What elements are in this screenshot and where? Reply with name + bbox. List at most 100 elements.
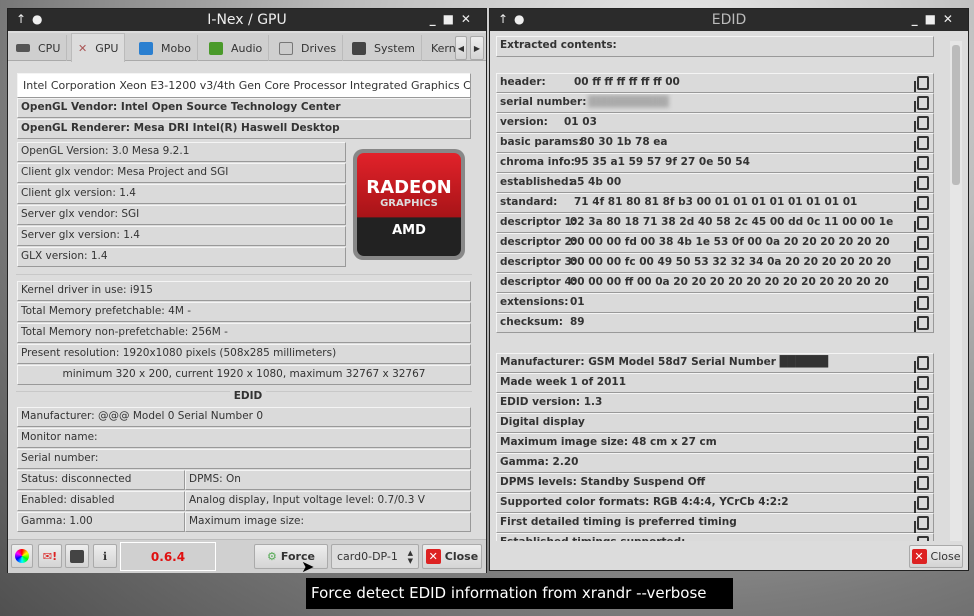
- copy-icon[interactable]: [914, 96, 929, 112]
- field-value: 01 03: [564, 116, 597, 128]
- field-label: checksum:: [500, 316, 563, 328]
- driver-info-row: Total Memory non-prefetchable: 256M -: [17, 323, 471, 343]
- edid-field-row: chroma info:95 35 a1 59 57 9f 27 0e 50 5…: [496, 153, 934, 173]
- copy-icon[interactable]: [914, 136, 929, 152]
- edid-field-row: version: 01 03: [496, 113, 934, 133]
- edid-info-row: Established timings supported:: [496, 533, 934, 541]
- scrollbar-thumb[interactable]: [952, 45, 960, 185]
- edid-info-cell: Enabled: disabled: [17, 491, 185, 511]
- tab-label: GPU: [95, 41, 119, 55]
- copy-icon[interactable]: [914, 436, 929, 455]
- tab-audio[interactable]: Audio: [203, 35, 270, 61]
- tab-scroll-left[interactable]: ◀: [455, 36, 467, 60]
- field-label: established:: [500, 176, 573, 188]
- copy-icon[interactable]: [914, 256, 929, 272]
- opengl-vendor: OpenGL Vendor: Intel Open Source Technol…: [17, 98, 471, 118]
- glx-info-row: Server glx vendor: SGI: [17, 205, 346, 225]
- field-value: 02 3a 80 18 71 38 2d 40 58 2c 45 00 dd 0…: [570, 216, 894, 228]
- copy-icon[interactable]: [914, 116, 929, 132]
- field-value: 71 4f 81 80 81 8f b3 00 01 01 01 01 01 0…: [574, 196, 858, 208]
- copy-icon[interactable]: [914, 396, 929, 415]
- field-value: 89: [570, 316, 585, 328]
- copy-icon[interactable]: [914, 216, 929, 232]
- tab-label: Mobo: [161, 41, 191, 55]
- copy-icon[interactable]: [914, 276, 929, 292]
- copy-icon[interactable]: [914, 196, 929, 212]
- field-label: descriptor 2:: [500, 236, 576, 248]
- tab-scroll-right[interactable]: ▶: [470, 36, 484, 60]
- field-value: ██████████: [588, 96, 669, 108]
- spinner-icon: ▲ ▼: [407, 548, 413, 565]
- field-value: 95 35 a1 59 57 9f 27 0e 50 54: [574, 156, 750, 168]
- field-value: 01: [570, 296, 585, 308]
- report-bug-button[interactable]: ✉!: [38, 544, 62, 568]
- tab-system[interactable]: System: [346, 35, 423, 61]
- edid-info-cell: Maximum image size:: [185, 512, 471, 532]
- edid-field-row: descriptor 2:00 00 00 fd 00 38 4b 1e 53 …: [496, 233, 934, 253]
- window-controls[interactable]: _■✕: [912, 12, 960, 26]
- divider: [16, 274, 472, 275]
- gear-download-icon: ⚙: [267, 550, 277, 563]
- tab-cpu[interactable]: CPU: [10, 35, 68, 61]
- mouse-cursor: ➤: [301, 557, 315, 576]
- copy-icon[interactable]: [914, 76, 929, 92]
- copy-icon[interactable]: [914, 156, 929, 172]
- window-controls[interactable]: _■✕: [430, 12, 478, 26]
- close-button[interactable]: ✕ Close: [909, 545, 963, 568]
- tab-gpu[interactable]: ✕ GPU: [71, 33, 126, 62]
- field-label: serial number:: [500, 96, 587, 108]
- field-value: 80 30 1b 78 ea: [580, 136, 668, 148]
- tab-label: Kern: [431, 41, 456, 55]
- edid-field-row: serial number: ██████████: [496, 93, 934, 113]
- tab-drives[interactable]: Drives: [273, 35, 344, 61]
- edid-field-row: descriptor 3:00 00 00 fc 00 49 50 53 32 …: [496, 253, 934, 273]
- close-icon: ✕: [425, 549, 441, 564]
- edid-info-cell: Analog display, Input voltage level: 0.7…: [185, 491, 471, 511]
- edid-info-cell: Status: disconnected: [17, 470, 185, 490]
- edid-field-row: descriptor 4:00 00 00 ff 00 0a 20 20 20 …: [496, 273, 934, 293]
- copy-icon[interactable]: [914, 516, 929, 535]
- field-label: descriptor 4:: [500, 276, 576, 288]
- x-icon: ✕: [78, 41, 88, 55]
- glx-info-row: Server glx version: 1.4: [17, 226, 346, 246]
- color-wheel-button[interactable]: [11, 544, 33, 568]
- copy-icon[interactable]: [914, 476, 929, 495]
- title-bar[interactable]: ↑● I-Nex / GPU _■✕: [8, 9, 486, 31]
- copy-icon[interactable]: [914, 296, 929, 312]
- copy-icon[interactable]: [914, 496, 929, 515]
- screenshot-button[interactable]: [65, 544, 89, 568]
- copy-icon[interactable]: [914, 416, 929, 435]
- copy-icon[interactable]: [914, 236, 929, 252]
- tab-mobo[interactable]: Mobo: [133, 35, 198, 61]
- copy-icon[interactable]: [914, 456, 929, 475]
- tab-bar: CPU ✕ GPU Mobo Audio Drives System Kern ◀…: [8, 33, 486, 62]
- force-button[interactable]: ⚙ Force: [254, 544, 328, 569]
- about-button[interactable]: ℹ: [93, 544, 117, 568]
- copy-icon[interactable]: [914, 356, 929, 375]
- driver-info-row: Present resolution: 1920x1080 pixels (50…: [17, 344, 471, 364]
- output-select[interactable]: card0-DP-1 ▲ ▼: [331, 544, 419, 569]
- mail-alert-icon: ✉!: [42, 549, 58, 563]
- edid-info-row: First detailed timing is preferred timin…: [496, 513, 934, 533]
- edid-info-row: Manufacturer: @@@ Model 0 Serial Number …: [17, 407, 471, 427]
- color-icon: [15, 549, 29, 563]
- title-bar[interactable]: ↑● EDID _■✕: [490, 9, 968, 31]
- close-label: Close: [444, 550, 479, 563]
- logo-graphics: GRAPHICS: [380, 198, 438, 209]
- info-icon: [139, 41, 153, 55]
- edid-field-row: descriptor 1:02 3a 80 18 71 38 2d 40 58 …: [496, 213, 934, 233]
- edid-info-row: EDID version: 1.3: [496, 393, 934, 413]
- copy-icon[interactable]: [914, 316, 929, 332]
- gpu-name-field[interactable]: Intel Corporation Xeon E3-1200 v3/4th Ge…: [17, 73, 471, 98]
- scrollbar[interactable]: [950, 41, 962, 541]
- close-button[interactable]: ✕ Close: [422, 544, 482, 569]
- copy-icon[interactable]: [914, 176, 929, 192]
- copy-icon[interactable]: [914, 376, 929, 395]
- output-select-value: card0-DP-1: [337, 550, 398, 563]
- edid-info-row: Digital display: [496, 413, 934, 433]
- edid-window: ↑● EDID _■✕ Extracted contents: header: 0…: [489, 8, 969, 571]
- edid-info-row: Monitor name:: [17, 428, 471, 448]
- copy-icon[interactable]: [917, 536, 929, 541]
- info-list: Manufacturer: GSM Model 58d7 Serial Numb…: [490, 351, 940, 541]
- glx-info-row: OpenGL Version: 3.0 Mesa 9.2.1: [17, 142, 346, 162]
